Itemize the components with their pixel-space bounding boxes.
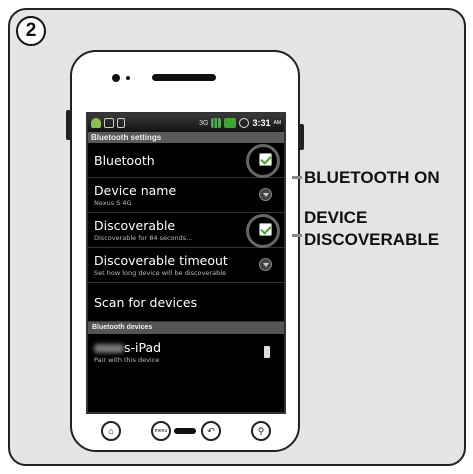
network-type: 3G	[199, 119, 209, 127]
discoverable-timeout-label: Discoverable timeout	[94, 253, 228, 268]
home-key[interactable]	[174, 428, 196, 434]
phone-screen: 3G 3:31 AM Bluetooth settings Bluetooth …	[86, 112, 286, 414]
chevron-down-icon[interactable]	[259, 188, 272, 201]
discoverable-row[interactable]: Discoverable Discoverable for 84 seconds…	[88, 213, 284, 248]
clock-time: 3:31	[252, 118, 271, 128]
device-name-row[interactable]: Device name Nexus S 4G	[88, 178, 284, 213]
device-summary: Pair with this device	[94, 356, 160, 364]
device-name-value: Nexus S 4G	[94, 199, 132, 207]
discoverable-timeout-row[interactable]: Discoverable timeout Set how long device…	[88, 248, 284, 283]
devices-section-header: Bluetooth devices	[88, 322, 284, 334]
search-icon[interactable]: ⚲	[251, 421, 271, 441]
checkmark-icon	[260, 153, 272, 165]
bluetooth-checkbox[interactable]	[259, 153, 272, 166]
callout-bluetooth-on: BLUETOOTH ON	[304, 168, 440, 187]
paired-device-row[interactable]: s-iPad Pair with this device	[88, 334, 284, 370]
phone-device: 3G 3:31 AM Bluetooth settings Bluetooth …	[66, 50, 304, 452]
device-type-icon	[264, 346, 270, 358]
scan-devices-row[interactable]: Scan for devices	[88, 283, 284, 322]
sensor-icon	[126, 76, 130, 80]
callout-line-bluetooth	[292, 176, 302, 179]
screen-title: Bluetooth settings	[88, 132, 284, 143]
device-name-suffix: s-iPad	[124, 340, 162, 355]
earpiece-speaker	[152, 74, 216, 81]
back-icon[interactable]: ↶	[201, 421, 221, 441]
discoverable-timeout-summary: Set how long device will be discoverable	[94, 269, 227, 277]
step-number: 2	[16, 16, 46, 46]
usb-icon	[104, 118, 114, 128]
sd-card-icon	[117, 118, 125, 128]
scan-devices-label: Scan for devices	[94, 294, 198, 310]
clock-ampm: AM	[273, 120, 282, 126]
menu-button[interactable]: menu	[151, 421, 171, 441]
checkmark-icon	[260, 223, 272, 235]
alarm-icon	[239, 118, 250, 128]
redacted-name	[94, 344, 124, 353]
instruction-panel: 2 3G 3:31 AM Bluetooth settings Bluetoot…	[8, 8, 466, 466]
power-button	[298, 124, 304, 150]
camera-icon	[112, 74, 120, 82]
bluetooth-toggle-row[interactable]: Bluetooth	[88, 143, 284, 178]
signal-icon	[211, 118, 222, 128]
home-icon[interactable]: ⌂	[101, 421, 121, 441]
callout-discoverable: DISCOVERABLE	[304, 230, 440, 249]
volume-button	[66, 110, 72, 140]
discoverable-checkbox[interactable]	[259, 223, 272, 236]
battery-icon	[224, 118, 237, 128]
callout-line-discoverable	[292, 234, 302, 237]
callout-device: DEVICE	[304, 208, 368, 227]
android-icon	[91, 118, 101, 128]
status-bar: 3G 3:31 AM	[88, 114, 284, 132]
device-name-label: Device name	[94, 183, 177, 198]
chevron-down-icon[interactable]	[259, 258, 272, 271]
